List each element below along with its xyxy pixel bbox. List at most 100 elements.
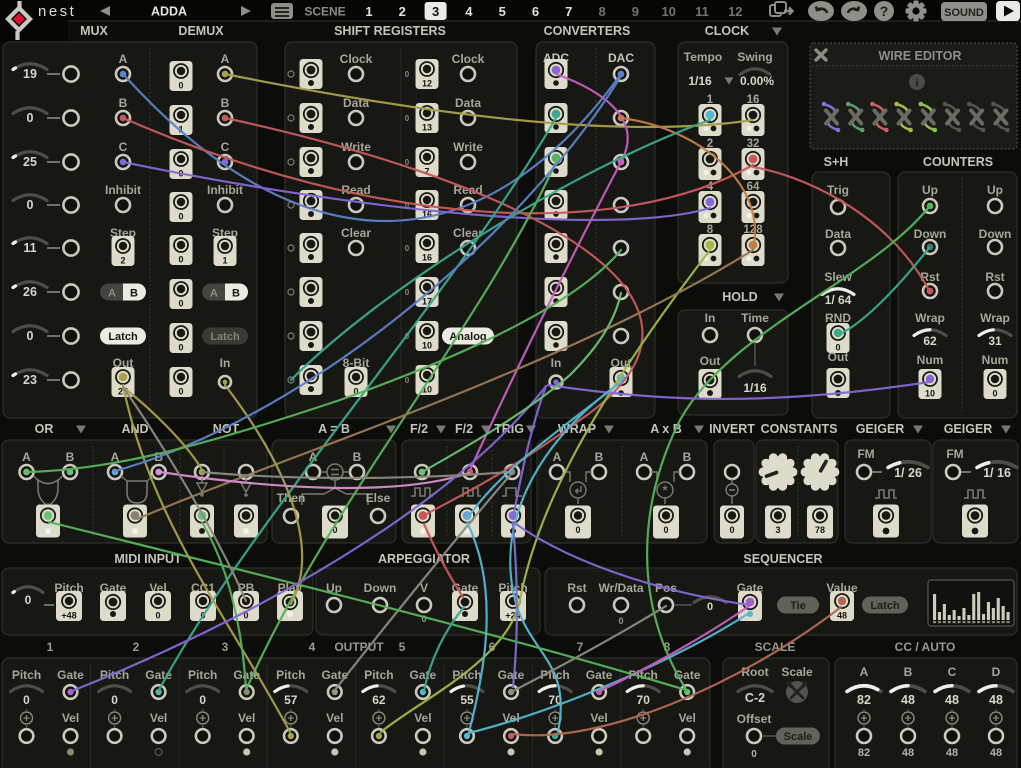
svg-text:SEQUENCER: SEQUENCER [743,552,822,566]
svg-text:26: 26 [23,285,37,299]
svg-text:Gate: Gate [321,668,348,682]
svg-text:S+H: S+H [824,155,849,169]
svg-text:48: 48 [945,693,959,707]
svg-text:GEIGER: GEIGER [856,422,905,436]
svg-text:19: 19 [23,67,37,81]
svg-text:DEMUX: DEMUX [178,24,224,38]
svg-text:0: 0 [155,611,160,621]
svg-text:F/2: F/2 [455,422,473,436]
svg-text:B: B [119,96,128,110]
svg-text:0: 0 [618,616,623,626]
svg-text:1/ 26: 1/ 26 [894,466,922,480]
svg-text:0: 0 [178,299,183,309]
svg-text:DAC: DAC [608,51,634,65]
svg-text:Vel: Vel [150,711,167,725]
svg-text:9: 9 [632,4,639,19]
svg-text:0: 0 [178,387,183,397]
svg-text:1: 1 [222,256,227,266]
svg-text:0: 0 [405,376,410,385]
svg-text:CLOCK: CLOCK [705,24,749,38]
svg-text:C: C [948,665,957,679]
svg-text:Wrap: Wrap [915,311,945,325]
svg-text:82: 82 [857,693,871,707]
svg-text:Wr/Data: Wr/Data [598,581,643,595]
svg-text:?: ? [880,3,889,19]
svg-text:Down: Down [364,581,397,595]
svg-text:48: 48 [989,693,1003,707]
svg-text:Vel: Vel [679,711,696,725]
svg-text:OR: OR [35,422,54,436]
svg-text:Data: Data [455,96,481,110]
svg-text:55: 55 [460,693,474,707]
svg-text:+48: +48 [61,611,76,621]
svg-text:1/ 16: 1/ 16 [983,466,1011,480]
svg-text:11: 11 [695,4,709,19]
svg-text:1/16: 1/16 [743,381,767,395]
svg-text:0: 0 [729,525,734,535]
svg-text:0: 0 [992,389,997,399]
svg-text:82: 82 [858,747,870,759]
svg-text:0: 0 [751,749,757,760]
svg-text:7: 7 [565,4,572,19]
svg-text:B: B [66,450,75,464]
svg-text:INVERT: INVERT [709,422,755,436]
svg-text:12: 12 [728,4,742,19]
svg-text:Tempo: Tempo [684,50,722,64]
svg-text:A: A [119,52,128,66]
svg-text:WIRE EDITOR: WIRE EDITOR [878,49,961,63]
svg-text:FM: FM [857,447,874,461]
svg-text:MUX: MUX [80,24,108,38]
svg-text:0: 0 [27,329,34,343]
svg-text:B: B [904,665,913,679]
svg-text:70: 70 [637,693,651,707]
svg-text:Else: Else [366,491,391,505]
svg-text:CONSTANTS: CONSTANTS [761,422,838,436]
svg-text:A: A [860,665,869,679]
svg-text:0: 0 [25,593,32,607]
svg-text:SCENE: SCENE [304,5,345,19]
svg-text:Pitch: Pitch [188,668,217,682]
svg-text:A: A [108,288,116,300]
svg-text:B: B [353,450,362,464]
svg-text:0: 0 [575,525,580,535]
svg-text:1/ 64: 1/ 64 [825,293,852,307]
svg-text:OUTPUT: OUTPUT [334,640,384,654]
svg-text:0: 0 [23,693,30,707]
svg-text:6: 6 [532,4,539,19]
svg-text:0: 0 [178,81,183,91]
svg-text:i: i [915,78,918,90]
svg-text:Vel: Vel [414,711,431,725]
svg-text:Scale: Scale [784,731,813,743]
svg-text:Num: Num [982,353,1009,367]
svg-text:HOLD: HOLD [722,290,757,304]
svg-text:12: 12 [422,79,432,89]
svg-text:78: 78 [815,525,825,535]
svg-text:48: 48 [990,747,1002,759]
svg-text:Up: Up [987,183,1003,197]
svg-text:Inhibit: Inhibit [105,183,141,197]
svg-text:C: C [221,140,230,154]
svg-text:0: 0 [178,212,183,222]
svg-text:48: 48 [901,693,915,707]
svg-text:0: 0 [405,244,410,253]
svg-text:B: B [221,96,230,110]
svg-text:SOUND: SOUND [944,7,984,19]
svg-text:7: 7 [577,640,584,654]
svg-text:3: 3 [775,525,780,535]
svg-text:CONVERTERS: CONVERTERS [544,24,631,38]
svg-text:A: A [553,450,562,464]
svg-text:Scale: Scale [781,665,813,679]
svg-text:nest: nest [38,3,76,20]
svg-text:16: 16 [422,253,432,263]
svg-text:Gate: Gate [57,668,84,682]
svg-text:3: 3 [222,640,229,654]
svg-text:D: D [992,665,1001,679]
svg-text:CC / AUTO: CC / AUTO [895,640,956,654]
svg-text:2: 2 [399,4,406,19]
svg-text:A: A [221,52,230,66]
svg-text:Time: Time [741,311,769,325]
svg-text:A: A [210,288,218,300]
svg-text:F/2: F/2 [410,422,428,436]
svg-text:Latch: Latch [108,331,138,343]
svg-text:Write: Write [453,140,483,154]
